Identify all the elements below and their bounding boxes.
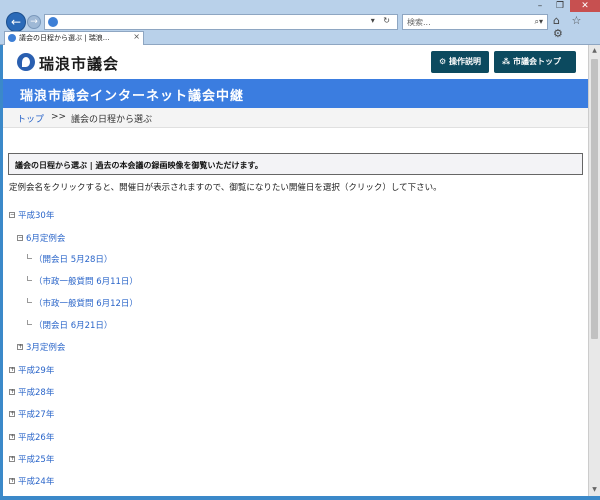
toolbar-icons[interactable]: ⌂ ☆ ⚙	[553, 14, 600, 40]
back-button[interactable]: ←	[6, 12, 26, 32]
search-box[interactable]: 検索... ⌕▾	[402, 14, 548, 30]
tree-day-item[interactable]: （閉会日 6月21日）	[34, 319, 112, 331]
tab-favicon	[8, 34, 16, 42]
tree-year-h30[interactable]: 平成30年	[18, 209, 54, 221]
scroll-thumb[interactable]	[591, 59, 598, 339]
search-placeholder: 検索...	[407, 18, 431, 27]
tree-day-item[interactable]: （市政一般質問 6月11日）	[34, 275, 138, 287]
browser-tab[interactable]: 議会の日程から選ぶ | 瑞浪... ×	[4, 31, 144, 45]
notice-box: 議会の日程から選ぶ | 過去の本会議の録画映像を御覧いただけます。	[8, 153, 583, 175]
minimize-button[interactable]: –	[530, 0, 550, 12]
vertical-scrollbar[interactable]: ▲ ▼	[588, 45, 600, 496]
council-top-button[interactable]: ⁂ 市議会トップへ	[494, 51, 576, 88]
tree-session-march[interactable]: 3月定例会	[26, 341, 65, 353]
tree-day-item[interactable]: （市政一般質問 6月12日）	[34, 297, 138, 309]
help-button[interactable]: ⚙ 操作説明	[431, 51, 489, 73]
tree-year-item[interactable]: 平成25年	[18, 453, 54, 465]
tree-session-june[interactable]: 6月定例会	[26, 232, 65, 244]
expand-toggle-icon[interactable]: +	[9, 456, 15, 462]
search-icon[interactable]: ⌕▾	[535, 17, 544, 27]
window-controls: – ❐ ✕	[530, 0, 600, 14]
title-band: 瑞浪市議会インターネット議会中継	[3, 79, 588, 108]
tab-close-icon[interactable]: ×	[133, 32, 140, 41]
refresh-icon[interactable]: ▾ ↻	[371, 16, 393, 25]
breadcrumb-current: 議会の日程から選ぶ	[71, 115, 153, 125]
tree-branch-icon	[27, 320, 32, 325]
tree-year-item[interactable]: 平成24年	[18, 475, 54, 487]
address-bar[interactable]: ▾ ↻	[44, 14, 398, 30]
tab-title: 議会の日程から選ぶ | 瑞浪...	[19, 34, 110, 42]
tree-year-item[interactable]: 平成26年	[18, 431, 54, 443]
tree-branch-icon	[27, 254, 32, 259]
tree-branch-icon	[27, 298, 32, 303]
notice-text: 議会の日程から選ぶ | 過去の本会議の録画映像を御覧いただけます。	[15, 161, 263, 170]
close-window-button[interactable]: ✕	[570, 0, 600, 12]
tree-year-item[interactable]: 平成27年	[18, 408, 54, 420]
tree-year-item[interactable]: 平成28年	[18, 386, 54, 398]
breadcrumb-home-link[interactable]: トップ	[17, 112, 44, 125]
city-logo-icon	[17, 53, 35, 71]
collapse-toggle-icon[interactable]: −	[9, 212, 15, 218]
scroll-up-icon[interactable]: ▲	[589, 45, 600, 57]
expand-toggle-icon[interactable]: +	[9, 478, 15, 484]
help-button-label: 操作説明	[448, 57, 481, 66]
page-viewport: 瑞浪市議会 ⚙ 操作説明 ⁂ 市議会トップへ 瑞浪市議会インターネット議会中継 …	[3, 45, 588, 496]
site-name[interactable]: 瑞浪市議会	[39, 53, 119, 74]
tree-day-item[interactable]: （開会日 5月28日）	[34, 253, 112, 265]
browser-chrome: – ❐ ✕ ← → ▾ ↻ 検索... ⌕▾ ⌂ ☆ ⚙ 議会の日程から選ぶ |…	[0, 0, 600, 45]
expand-toggle-icon[interactable]: +	[9, 367, 15, 373]
intro-text: 定例会名をクリックすると、開催日が表示されますので、御覧になりたい開催日を選択（…	[9, 183, 442, 193]
maximize-button[interactable]: ❐	[550, 0, 570, 12]
expand-toggle-icon[interactable]: +	[9, 434, 15, 440]
tree-branch-icon	[27, 276, 32, 281]
collapse-toggle-icon[interactable]: −	[17, 235, 23, 241]
site-icon	[48, 17, 58, 27]
breadcrumb-separator: >>	[51, 112, 67, 122]
page-title: 瑞浪市議会インターネット議会中継	[20, 89, 245, 104]
expand-toggle-icon[interactable]: +	[9, 389, 15, 395]
breadcrumb: トップ >> 議会の日程から選ぶ	[3, 108, 588, 128]
scroll-down-icon[interactable]: ▼	[589, 484, 600, 496]
expand-toggle-icon[interactable]: +	[17, 344, 23, 350]
site-header: 瑞浪市議会 ⚙ 操作説明 ⁂ 市議会トップへ	[3, 45, 588, 88]
tree-year-item[interactable]: 平成29年	[18, 364, 54, 376]
expand-toggle-icon[interactable]: +	[9, 411, 15, 417]
forward-button[interactable]: →	[27, 15, 41, 29]
